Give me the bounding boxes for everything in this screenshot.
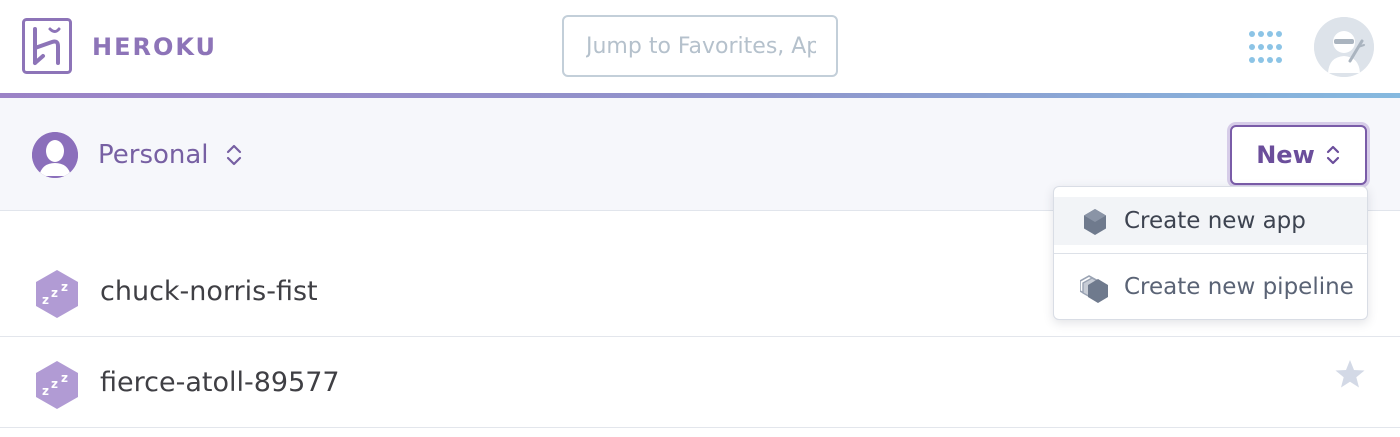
menu-divider xyxy=(1054,253,1367,254)
menu-item-create-pipeline[interactable]: Create new pipeline xyxy=(1054,263,1367,311)
app-name-link[interactable]: chuck-norris-fist xyxy=(100,275,318,309)
menu-item-label: Create new pipeline xyxy=(1124,274,1354,300)
menu-item-label: Create new app xyxy=(1124,208,1306,234)
svg-text:z: z xyxy=(61,371,68,385)
app-hexagon-icon xyxy=(1084,209,1106,235)
heroku-logo-icon[interactable] xyxy=(22,18,72,74)
svg-text:z: z xyxy=(61,280,68,294)
star-icon[interactable] xyxy=(1334,358,1366,390)
new-dropdown-menu: Create new app Create new pipeline xyxy=(1053,186,1368,320)
sleeping-dyno-icon: z z z xyxy=(36,270,78,318)
svg-text:z: z xyxy=(51,286,58,300)
ninja-avatar-icon xyxy=(1314,17,1374,77)
user-avatar[interactable] xyxy=(1314,17,1374,77)
account-switcher[interactable]: Personal xyxy=(32,132,243,178)
app-row[interactable]: z z z fierce-atoll-89577 xyxy=(0,338,1400,428)
new-button-label: New xyxy=(1256,141,1315,169)
new-button[interactable]: New xyxy=(1230,125,1367,185)
sleeping-dyno-icon: z z z xyxy=(36,361,78,409)
top-header: HEROKU xyxy=(0,0,1400,93)
pipeline-stack-icon xyxy=(1080,275,1108,303)
account-name: Personal xyxy=(98,140,209,170)
menu-item-create-app[interactable]: Create new app xyxy=(1054,197,1367,245)
chevron-up-down-icon xyxy=(226,144,241,166)
brand-name[interactable]: HEROKU xyxy=(92,33,217,61)
search-box[interactable] xyxy=(562,15,838,77)
apps-grid-icon[interactable] xyxy=(1248,30,1284,64)
search-input[interactable] xyxy=(564,17,836,75)
svg-text:z: z xyxy=(42,384,49,398)
app-name-link[interactable]: fierce-atoll-89577 xyxy=(100,366,340,400)
svg-text:z: z xyxy=(51,377,58,391)
chevron-up-down-icon xyxy=(1326,145,1339,165)
personal-account-icon xyxy=(32,132,78,178)
svg-text:z: z xyxy=(42,293,49,307)
